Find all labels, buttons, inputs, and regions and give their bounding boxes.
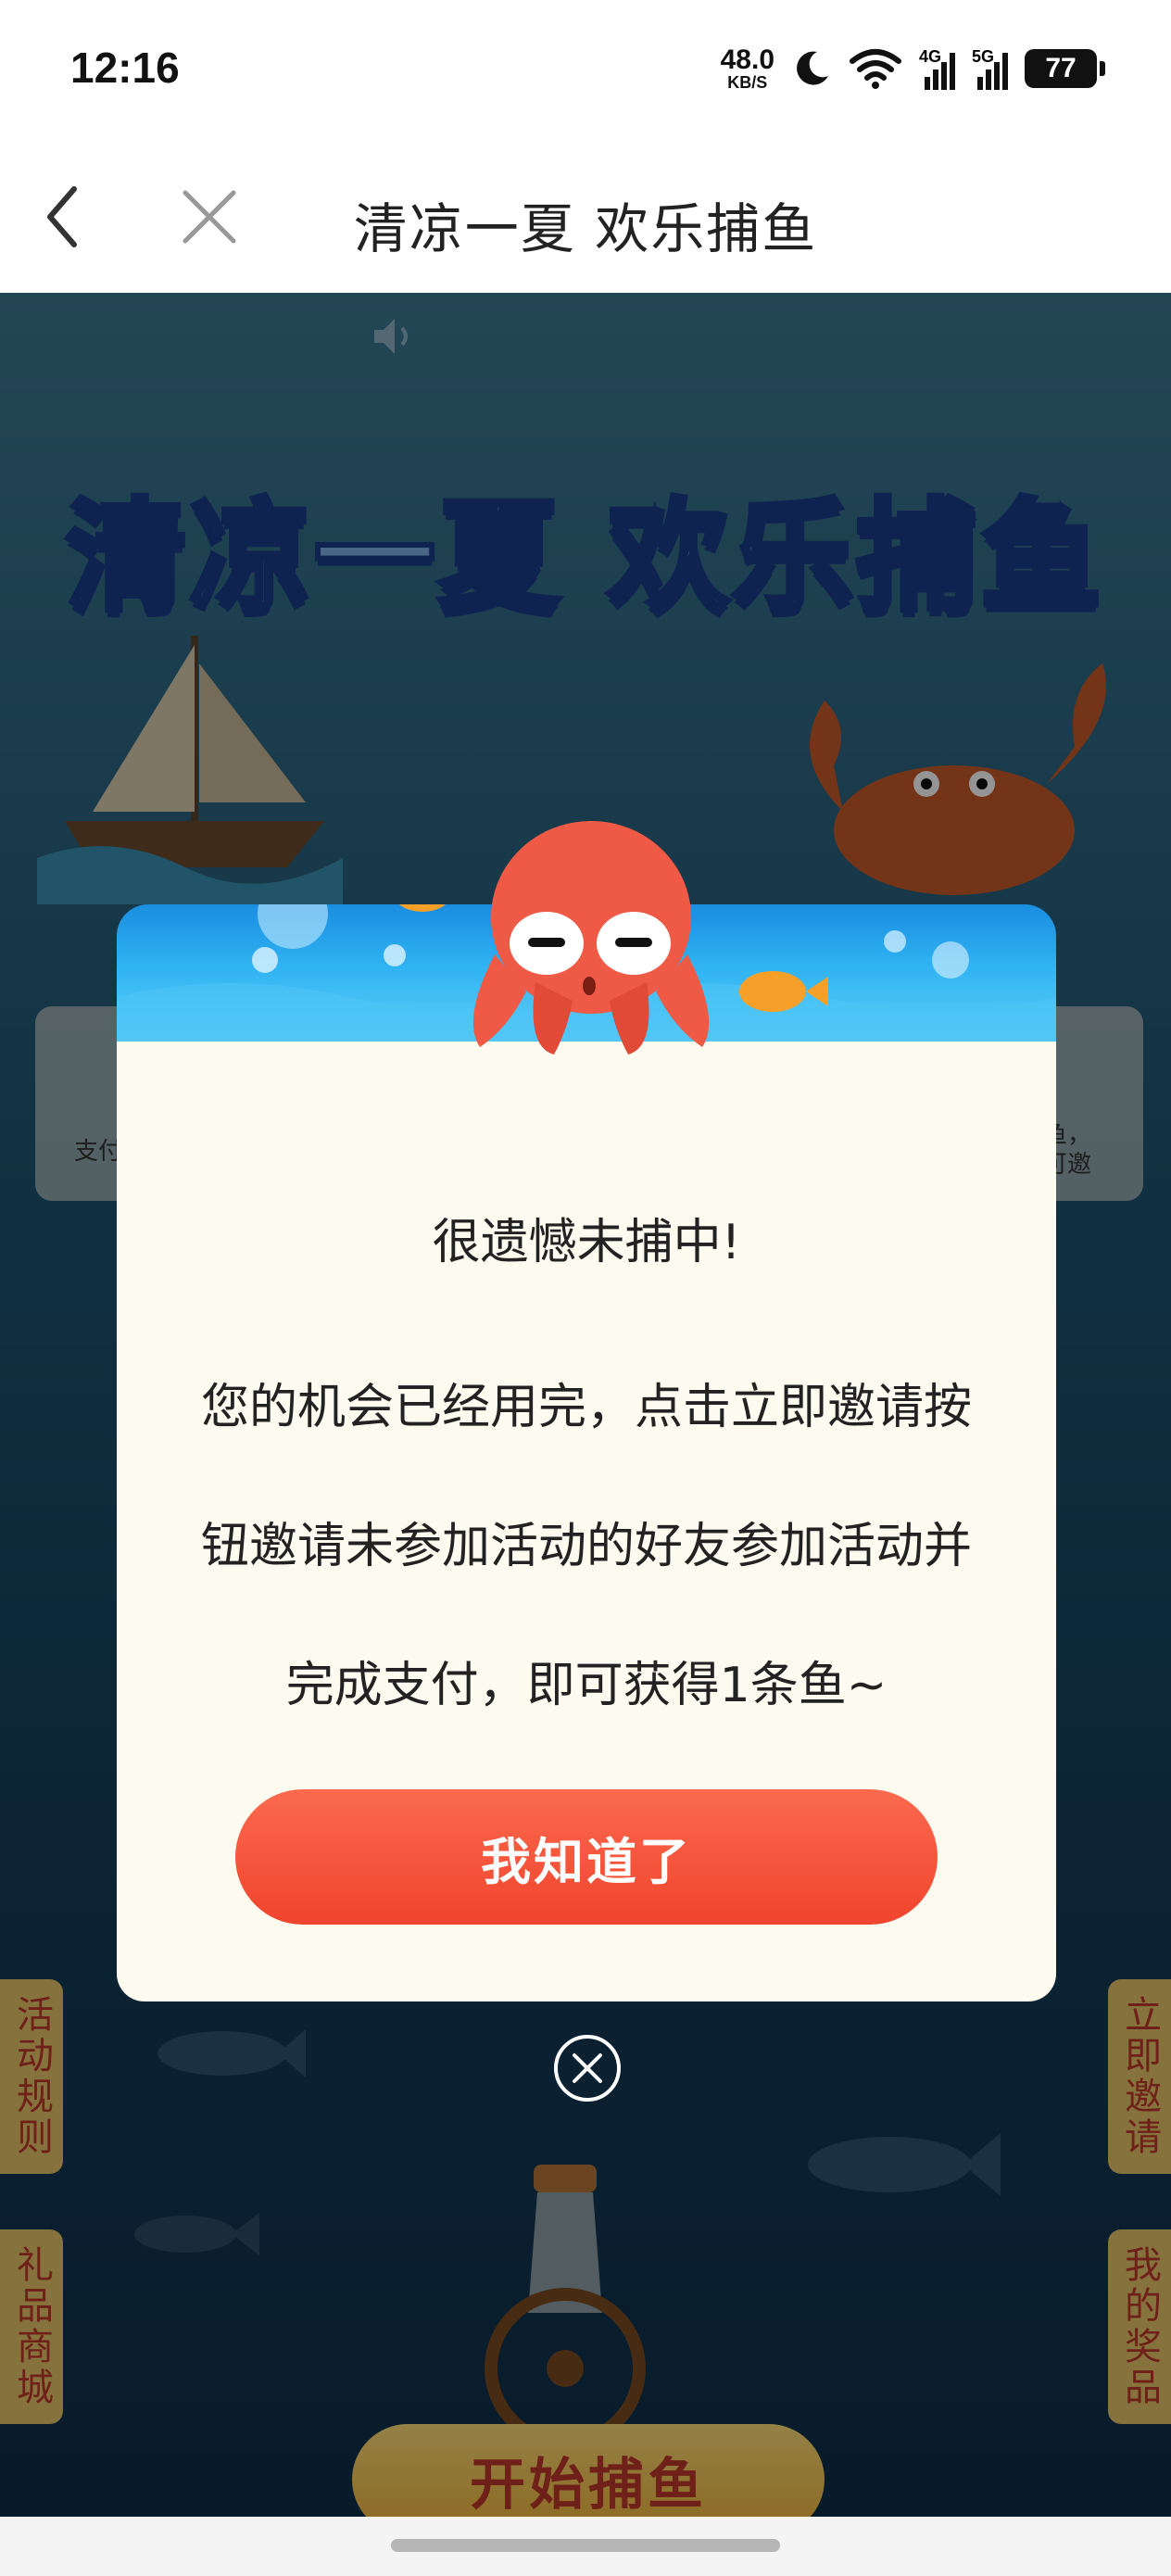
dialog-message-line-1: 您的机会已经用完，点击立即邀请按 <box>200 1380 972 1435</box>
dialog-message-line-2: 钮邀请未参加活动的好友参加活动并 <box>200 1519 972 1574</box>
battery-icon: 77 <box>1025 49 1105 88</box>
page-title: 清凉一夏 欢乐捕鱼 <box>353 197 818 260</box>
home-indicator[interactable] <box>391 2539 780 2552</box>
signal-4g-label: 4G <box>919 47 942 66</box>
network-speed-value: 48.0 <box>720 44 774 75</box>
signal-5g-label: 5G <box>972 47 995 66</box>
signal-icon-5g: 5G <box>972 47 1008 90</box>
dialog-message-line-3: 完成支付，即可获得1条鱼~ <box>285 1658 888 1713</box>
network-speed: 48.0 KB/S <box>720 44 774 92</box>
status-icons: 48.0 KB/S 4G 5G 77 <box>720 41 1105 96</box>
status-time: 12:16 <box>70 44 180 92</box>
signal-icon-4g: 4G <box>919 47 955 90</box>
system-nav-bar <box>0 2517 1171 2576</box>
got-it-button[interactable]: 我知道了 <box>235 1789 938 1925</box>
dialog-title: 很遗憾未捕中! <box>432 1215 741 1270</box>
status-bar: 12:16 48.0 KB/S 4G 5G 77 <box>0 0 1171 139</box>
dialog-close-icon[interactable] <box>550 2031 624 2105</box>
wifi-icon <box>850 49 901 89</box>
result-dialog: 很遗憾未捕中! 您的机会已经用完，点击立即邀请按 钮邀请未参加活动的好友参加活动… <box>117 904 1056 2001</box>
network-speed-unit: KB/S <box>727 73 768 92</box>
nav-bar: 清凉一夏 欢乐捕鱼 <box>0 139 1171 293</box>
octopus-mascot <box>472 821 710 1054</box>
moon-icon <box>797 51 828 85</box>
